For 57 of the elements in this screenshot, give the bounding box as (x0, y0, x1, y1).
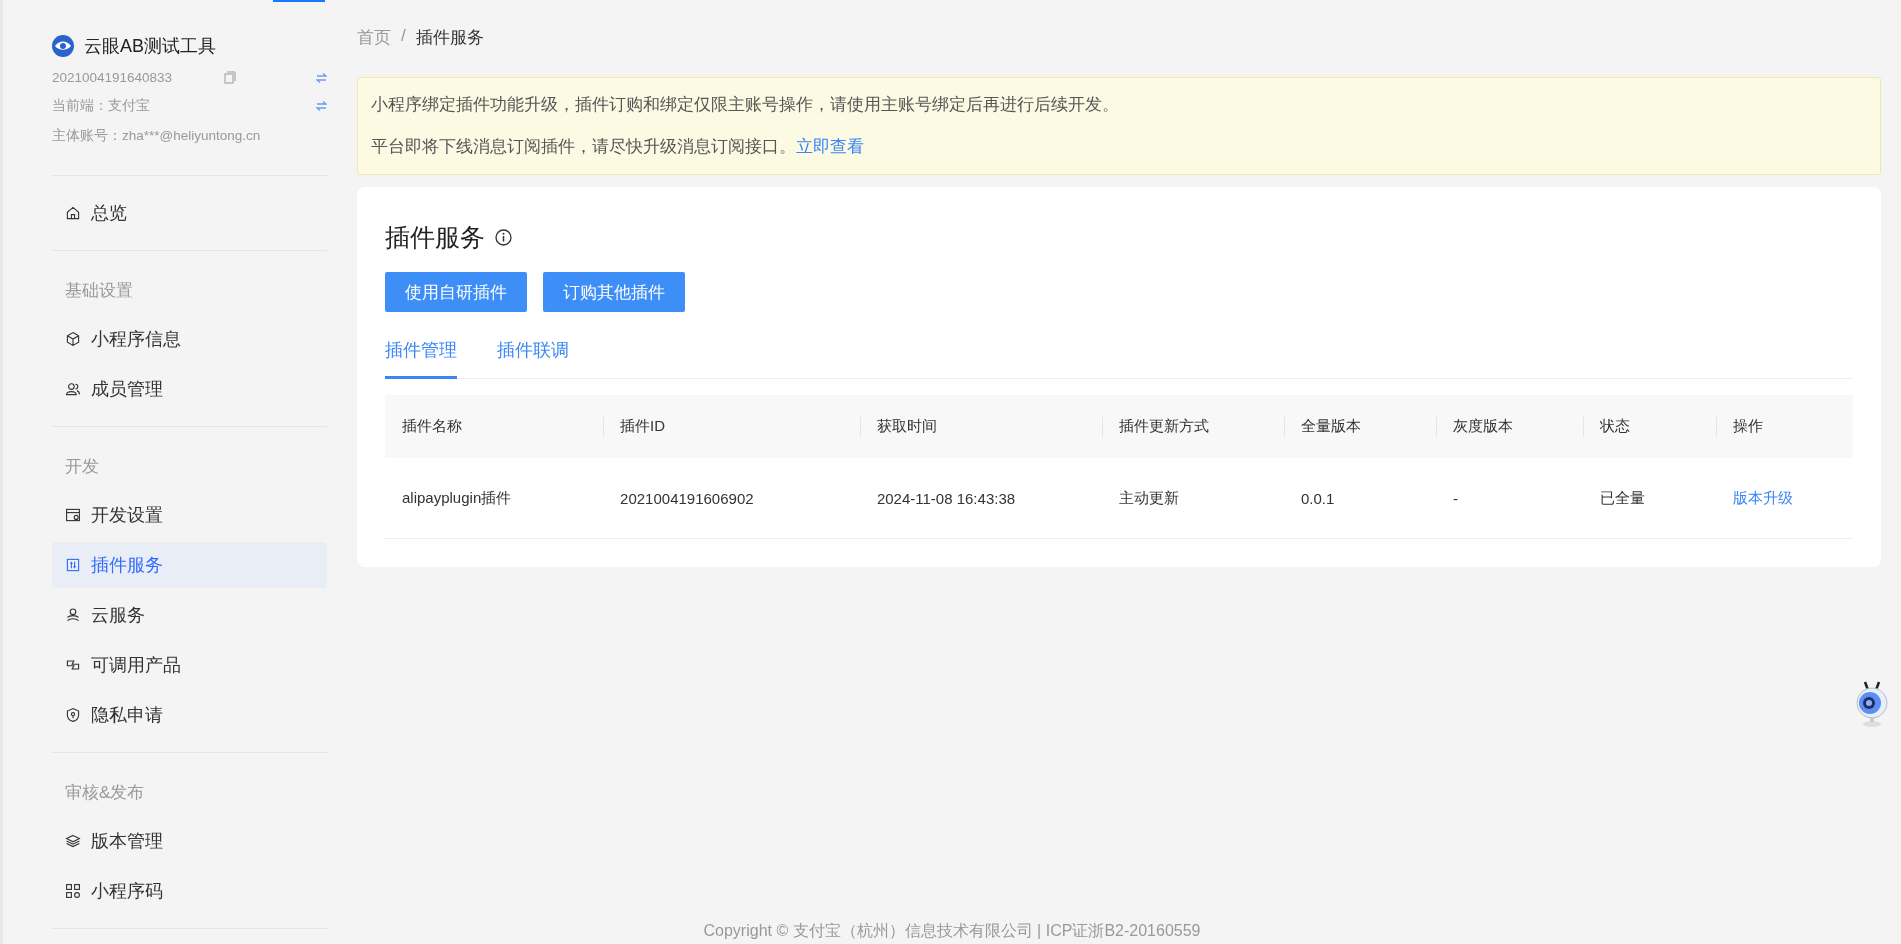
sidebar-item[interactable]: 成员管理 (52, 366, 327, 412)
swap-icon[interactable] (316, 72, 327, 83)
nav-icon (65, 657, 81, 673)
table-cell: - (1453, 489, 1459, 507)
nav-icon (65, 707, 81, 723)
copyright-text: Copyright © 支付宝（杭州）信息技术有限公司 | ICP证浙B2-20160559 (703, 922, 1201, 939)
nav-icon (65, 607, 81, 623)
nav-icon (65, 557, 81, 573)
sidebar-item[interactable]: 云服务 (52, 592, 327, 638)
swap-icon[interactable] (316, 101, 327, 111)
section-title: 开发 (64, 456, 100, 478)
nav-icon (65, 833, 81, 849)
info-icon[interactable] (495, 229, 512, 246)
upgrade-link[interactable]: 版本升级 (1732, 488, 1793, 506)
table-cell: 0.0.1 (1300, 489, 1335, 507)
notice-text: 小程序绑定插件功能升级，插件订购和绑定仅限主账号操作，请使用主账号绑定后再进行后续开发。 (371, 94, 1120, 115)
breadcrumb-current: 插件服务 (415, 27, 484, 49)
sidebar-item[interactable]: 隐私申请 (52, 692, 327, 738)
sidebar-item[interactable]: 小程序信息 (52, 316, 327, 362)
nav-icon (65, 507, 81, 523)
account-text: 主体账号：zha***@heliyuntong.cn (52, 127, 262, 145)
section-title: 审核&发布 (64, 782, 146, 804)
sidebar-item[interactable]: 开发设置 (52, 492, 327, 538)
notice-text: 平台即将下线消息订阅插件，请尽快升级消息订阅接口。立即查看 (371, 136, 865, 157)
column-header: 操作 (1732, 417, 1763, 434)
column-header: 全量版本 (1300, 417, 1361, 434)
tab[interactable]: 插件联调 (497, 326, 569, 379)
app-name: 云眼AB测试工具 (84, 35, 216, 58)
current-platform: 当前端：支付宝 (52, 97, 151, 115)
top-indicator (273, 0, 325, 2)
column-header: 插件更新方式 (1118, 417, 1209, 434)
sidebar-item[interactable]: 版本管理 (52, 818, 327, 864)
sidebar-item[interactable]: 小程序码 (52, 868, 327, 914)
table-cell: 2024-11-08 16:43:38 (876, 489, 1016, 507)
table-cell: 2021004191606902 (620, 489, 754, 507)
nav-icon (65, 883, 81, 899)
copy-icon[interactable] (224, 71, 236, 84)
breadcrumb-separator: / (401, 26, 406, 47)
sidebar-item[interactable]: 总览 (52, 190, 327, 236)
nav-icon (65, 331, 81, 347)
column-header: 插件名称 (402, 417, 462, 434)
table-cell: 主动更新 (1118, 488, 1179, 506)
column-header: 插件ID (620, 417, 666, 434)
table-cell: 已全量 (1600, 488, 1646, 506)
sidebar-item[interactable]: 可调用产品 (52, 642, 327, 688)
tab[interactable]: 插件管理 (385, 326, 457, 379)
sidebar-item[interactable]: 插件服务 (52, 542, 327, 588)
table-cell: alipayplugin插件 (402, 488, 512, 506)
app-id: 2021004191640833 (52, 70, 174, 85)
column-header: 获取时间 (876, 417, 937, 434)
card-title: 插件服务 (385, 222, 485, 253)
eye-logo-icon (52, 35, 74, 57)
nav-icon (65, 381, 81, 397)
column-header: 灰度版本 (1453, 417, 1514, 434)
nav-icon (65, 205, 81, 221)
column-header: 状态 (1600, 417, 1631, 434)
section-title: 基础设置 (64, 280, 134, 302)
